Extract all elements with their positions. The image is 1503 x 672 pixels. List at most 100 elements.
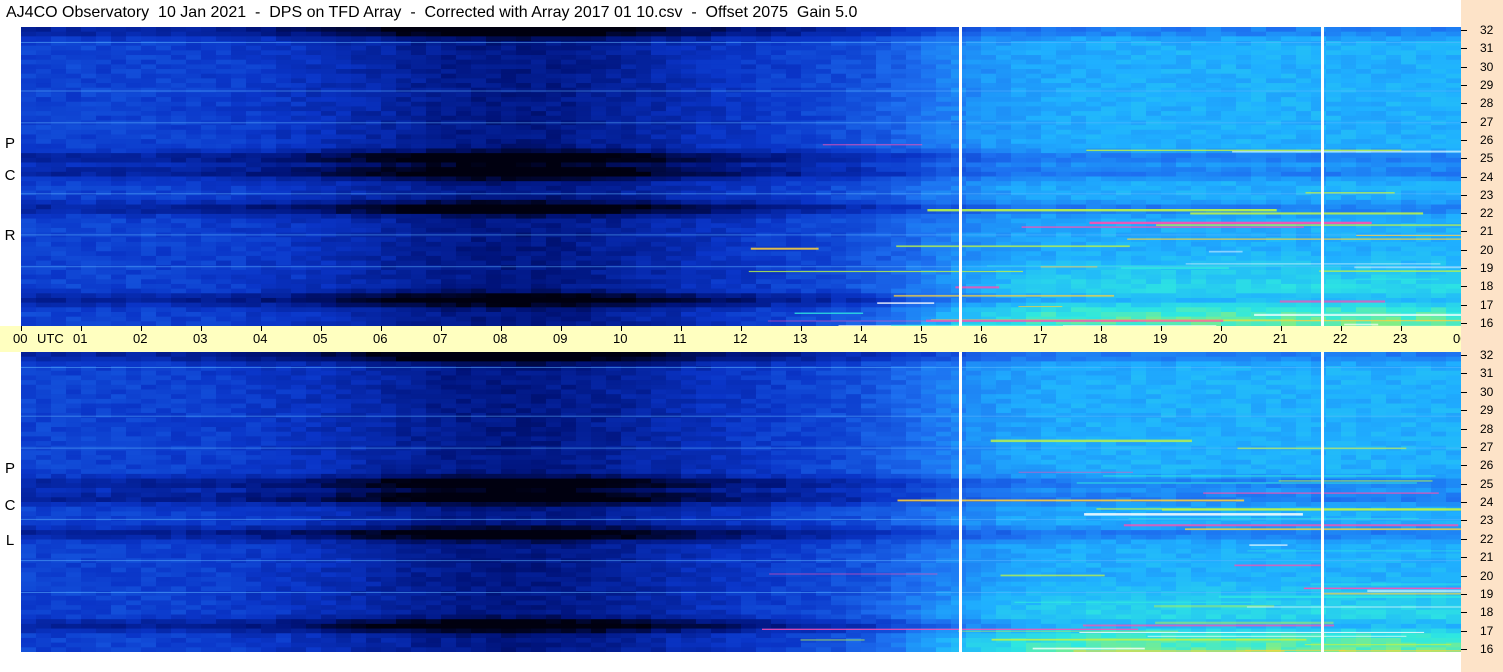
heatmap-cell xyxy=(981,246,997,252)
heatmap-cell xyxy=(771,153,787,159)
heatmap-cell xyxy=(936,199,952,206)
heatmap-cell xyxy=(786,59,802,65)
heatmap-cell xyxy=(756,97,772,103)
heatmap-cell xyxy=(366,185,382,192)
heatmap-cell xyxy=(291,73,307,79)
heatmap-cell xyxy=(126,283,142,290)
heatmap-cell xyxy=(426,97,442,103)
heatmap-cell xyxy=(96,153,112,159)
heatmap-cell xyxy=(756,139,772,145)
heatmap-cell xyxy=(786,27,802,33)
heatmap-cell xyxy=(546,213,562,220)
heatmap-cell xyxy=(696,36,712,42)
heatmap-cell xyxy=(1131,246,1147,252)
heatmap-cell xyxy=(126,209,142,215)
heatmap-cell xyxy=(126,55,142,61)
heatmap-cell xyxy=(486,302,502,308)
heatmap-cell xyxy=(51,92,67,98)
heatmap-cell xyxy=(1086,87,1102,93)
heatmap-cell xyxy=(276,143,292,150)
heatmap-cell xyxy=(366,73,382,79)
heatmap-cell xyxy=(1056,190,1072,196)
heatmap-cell xyxy=(801,185,817,192)
heatmap-cell xyxy=(891,45,907,51)
heatmap-cell xyxy=(546,167,562,173)
heatmap-cell xyxy=(1161,195,1177,201)
heatmap-cell xyxy=(261,218,277,224)
heatmap-cell xyxy=(1071,87,1087,93)
heatmap-cell xyxy=(336,106,352,112)
heatmap-cell xyxy=(966,69,982,75)
heatmap-cell xyxy=(1176,302,1192,308)
heatmap-cell xyxy=(231,139,247,145)
heatmap-cell xyxy=(366,199,382,206)
heatmap-cell xyxy=(531,260,547,266)
heatmap-cell xyxy=(606,64,622,70)
heatmap-cell xyxy=(606,69,622,75)
heatmap-cell xyxy=(66,307,82,313)
heatmap-cell xyxy=(81,157,97,164)
heatmap-cell xyxy=(21,185,37,192)
heatmap-cell xyxy=(276,101,292,108)
heatmap-cell xyxy=(291,143,307,150)
heatmap-cell xyxy=(846,106,862,112)
heatmap-cell xyxy=(96,274,112,280)
heatmap-cell xyxy=(501,251,517,257)
heatmap-cell xyxy=(1131,190,1147,196)
heatmap-cell xyxy=(1056,92,1072,98)
heatmap-cell xyxy=(201,87,217,93)
heatmap-cell xyxy=(1056,139,1072,145)
heatmap-cell xyxy=(681,162,697,168)
heatmap-cell xyxy=(1041,87,1057,93)
heatmap-cell xyxy=(591,106,607,112)
heatmap-cell xyxy=(666,307,682,313)
heatmap-cell xyxy=(636,69,652,75)
heatmap-cell xyxy=(321,157,337,164)
heatmap-cell xyxy=(816,36,832,42)
heatmap-cell xyxy=(111,92,127,98)
heatmap-cell xyxy=(306,162,322,168)
heatmap-cell xyxy=(831,279,847,285)
heatmap-cell xyxy=(51,185,67,192)
heatmap-cell xyxy=(801,115,817,122)
heatmap-cell xyxy=(171,45,187,51)
heatmap-cell xyxy=(891,134,907,140)
heatmap-cell xyxy=(681,213,697,220)
heatmap-cell xyxy=(261,227,277,234)
heatmap-cell xyxy=(591,101,607,108)
heatmap-cell xyxy=(981,87,997,93)
heatmap-cell xyxy=(996,302,1012,308)
heatmap-cell xyxy=(921,307,937,313)
heatmap-cell xyxy=(1056,27,1072,33)
heatmap-cell xyxy=(1041,139,1057,145)
heatmap-cell xyxy=(411,111,427,117)
heatmap-cell xyxy=(201,283,217,290)
heatmap-cell xyxy=(426,64,442,70)
heatmap-cell xyxy=(621,78,637,84)
heatmap-cell xyxy=(801,78,817,84)
heatmap-cell xyxy=(876,64,892,70)
heatmap-cell xyxy=(906,190,922,196)
heatmap-cell xyxy=(321,213,337,220)
heatmap-cell xyxy=(81,213,97,220)
heatmap-cell xyxy=(636,143,652,150)
heatmap-cell xyxy=(396,27,412,33)
heatmap-cell xyxy=(66,181,82,187)
heatmap-cell xyxy=(936,251,952,257)
heatmap-cell xyxy=(996,41,1012,47)
heatmap-cell xyxy=(816,279,832,285)
heatmap-cell xyxy=(966,50,982,56)
heatmap-cell xyxy=(531,227,547,234)
heatmap-cell xyxy=(111,255,127,262)
heatmap-cell xyxy=(201,162,217,168)
heatmap-cell xyxy=(831,251,847,257)
heatmap-cell xyxy=(351,279,367,285)
heatmap-cell xyxy=(261,50,277,56)
heatmap-cell xyxy=(336,101,352,108)
heatmap-cell xyxy=(771,279,787,285)
heatmap-cell xyxy=(66,27,82,33)
heatmap-cell xyxy=(396,181,412,187)
heatmap-cell xyxy=(1176,213,1192,220)
heatmap-cell xyxy=(696,139,712,145)
heatmap-cell xyxy=(786,134,802,140)
